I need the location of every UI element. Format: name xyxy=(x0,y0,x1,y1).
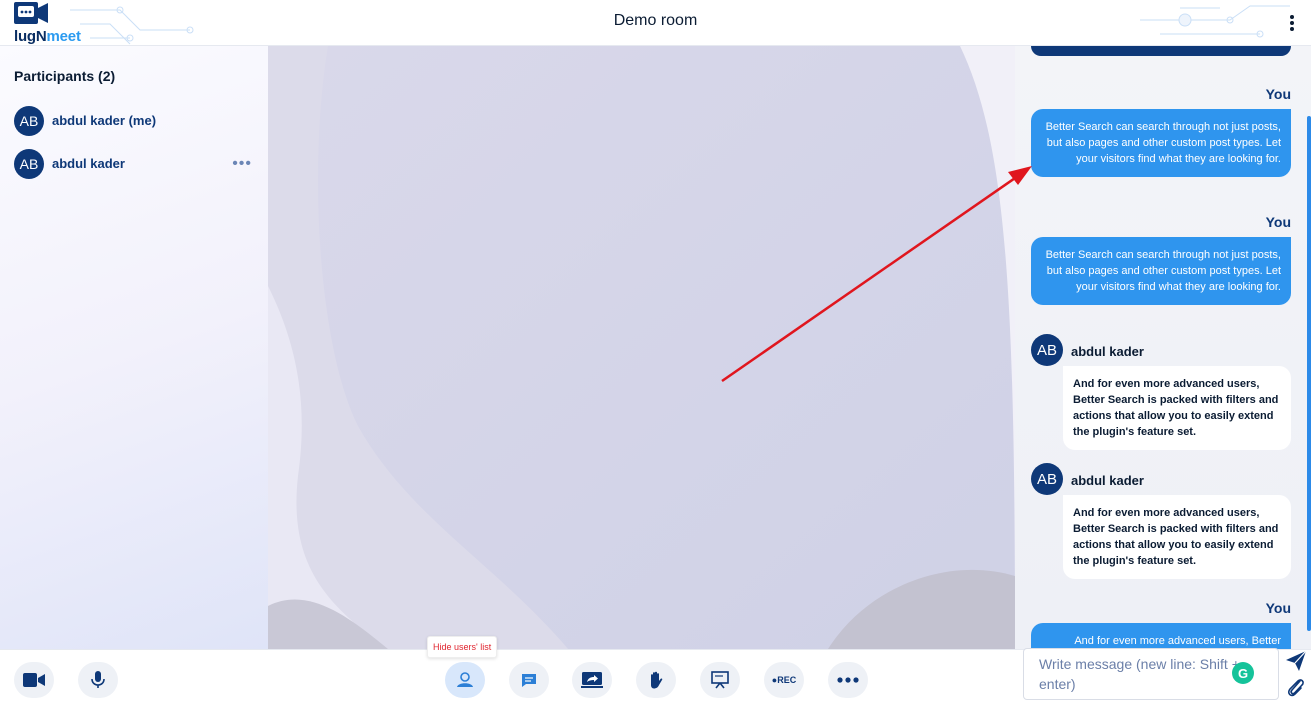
raise-hand-button[interactable] xyxy=(636,662,676,698)
message-sender-block: AB abdul kader xyxy=(1031,463,1291,495)
participants-panel: Participants (2) AB abdul kader (me) AB … xyxy=(0,46,268,649)
message-sender: abdul kader xyxy=(1071,473,1144,488)
message-sender: You xyxy=(1265,600,1291,616)
message-sender: You xyxy=(1265,86,1291,102)
chat-button[interactable] xyxy=(509,662,549,698)
screen-share-icon xyxy=(581,672,603,688)
users-list-tooltip: Hide users' list xyxy=(427,636,498,658)
header-menu-button[interactable] xyxy=(1285,13,1299,33)
microphone-button[interactable] xyxy=(78,662,118,698)
whiteboard-button[interactable] xyxy=(700,662,740,698)
main-stage xyxy=(268,46,1015,649)
chat-message-other: And for even more advanced users, Better… xyxy=(1063,495,1291,579)
more-icon xyxy=(837,677,859,683)
send-icon[interactable] xyxy=(1285,650,1307,672)
participants-title: Participants (2) xyxy=(14,68,116,84)
logo-text: lugNmeet xyxy=(14,28,81,45)
message-sender-block: AB abdul kader xyxy=(1031,334,1291,366)
participant-name: abdul kader xyxy=(52,156,125,171)
chat-panel: You Better Search can search through not… xyxy=(1015,46,1311,649)
users-list-toggle-button[interactable] xyxy=(445,662,485,698)
avatar: AB xyxy=(1031,334,1063,366)
attachment-icon[interactable] xyxy=(1286,676,1306,698)
webcam-button[interactable] xyxy=(14,662,54,698)
chat-bubble-partial xyxy=(1031,46,1291,56)
microphone-icon xyxy=(91,671,105,688)
chat-message-own: And for even more advanced users, Better xyxy=(1031,623,1291,649)
recording-icon: ●REC xyxy=(771,675,797,685)
avatar: AB xyxy=(1031,463,1063,495)
header-bar: lugNmeet Demo room xyxy=(0,0,1311,46)
chat-icon xyxy=(522,674,536,687)
message-sender: abdul kader xyxy=(1071,344,1144,359)
more-options-button[interactable] xyxy=(828,662,868,698)
raise-hand-icon xyxy=(651,671,663,689)
participant-item[interactable]: AB abdul kader ••• xyxy=(14,149,254,181)
stage-background-shapes xyxy=(268,46,1015,649)
chat-message-own: Better Search can search through not jus… xyxy=(1031,109,1291,177)
webcam-icon xyxy=(23,673,45,687)
participant-menu-icon[interactable]: ••• xyxy=(232,155,252,173)
chat-message-other: And for even more advanced users, Better… xyxy=(1063,366,1291,450)
participant-item[interactable]: AB abdul kader (me) xyxy=(14,106,254,138)
recording-button[interactable]: ●REC xyxy=(764,662,804,698)
screen-share-button[interactable] xyxy=(572,662,612,698)
avatar: AB xyxy=(14,149,44,179)
chat-scrollbar[interactable] xyxy=(1307,116,1311,631)
participant-name: abdul kader (me) xyxy=(52,113,157,128)
grammarly-icon[interactable]: G xyxy=(1232,662,1254,684)
message-sender: You xyxy=(1265,214,1291,230)
avatar: AB xyxy=(14,106,44,136)
room-title: Demo room xyxy=(613,12,698,29)
whiteboard-icon xyxy=(711,671,729,689)
users-icon xyxy=(457,672,473,687)
chat-message-own: Better Search can search through not jus… xyxy=(1031,237,1291,305)
